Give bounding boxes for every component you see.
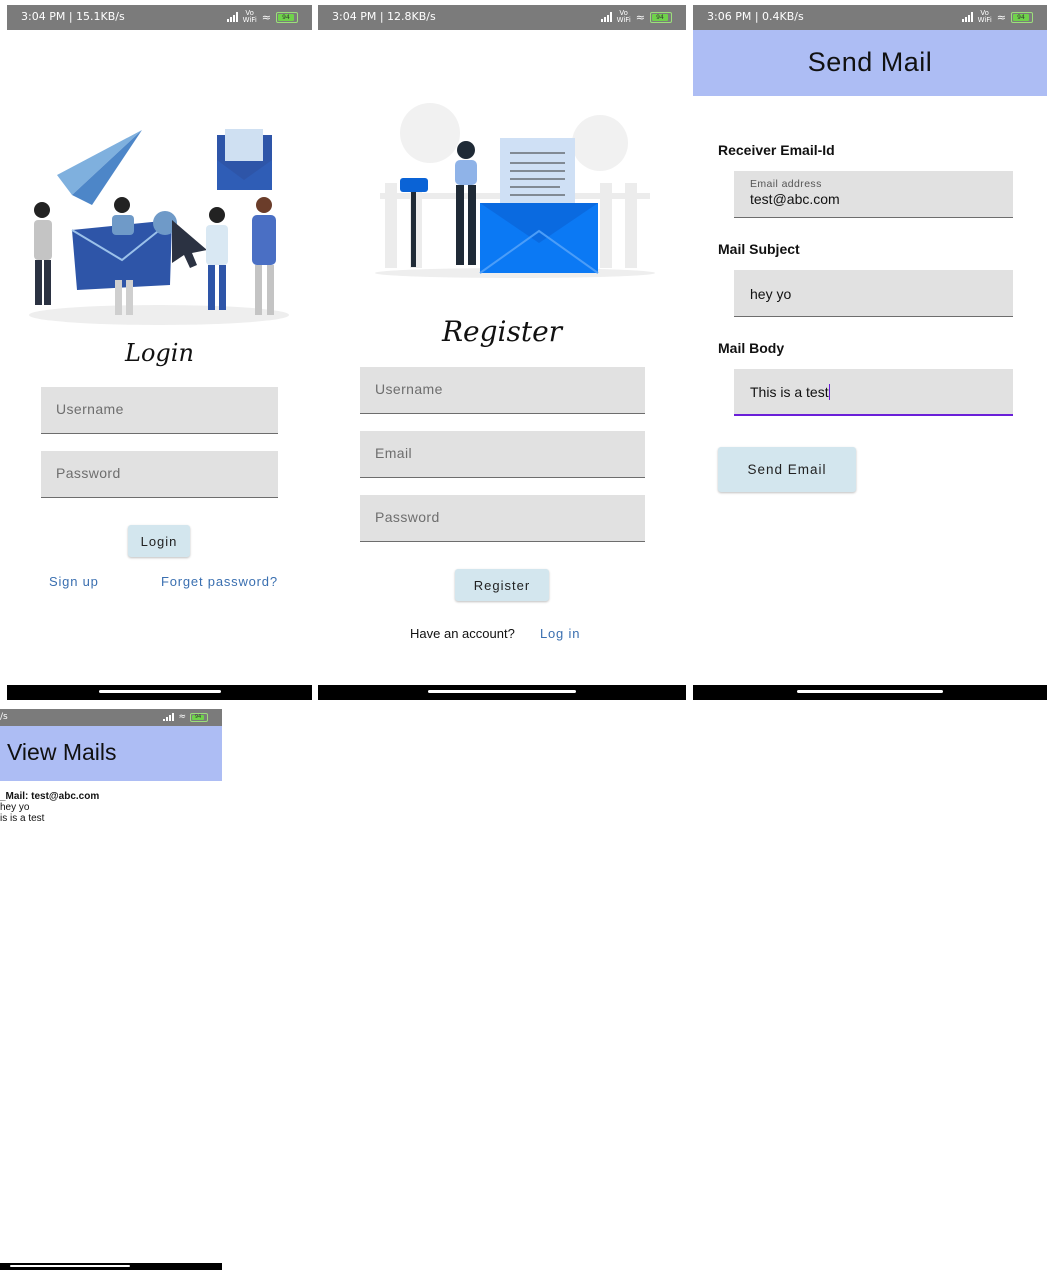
signup-link[interactable]: Sign up [49, 574, 99, 589]
app-header: View Mails [0, 726, 222, 781]
username-input[interactable]: Username [360, 367, 645, 414]
view-mails-screen: /s ≈ 94 View Mails _Mail: test@abc.com h… [0, 709, 222, 1270]
body-input[interactable]: This is a test [734, 369, 1013, 416]
wifi-icon: ≈ [261, 10, 271, 24]
status-icons: Vo WiFi ≈ 94 [961, 9, 1033, 24]
nav-bar [0, 1263, 222, 1270]
username-placeholder: Username [56, 401, 124, 417]
email-hint: Email address [750, 178, 822, 190]
receiver-label: Receiver Email-Id [718, 142, 835, 158]
status-icons: Vo WiFi ≈ 94 [226, 9, 298, 24]
status-icons: Vo WiFi ≈ 94 [600, 9, 672, 24]
wifi-icon: ≈ [178, 712, 186, 722]
password-placeholder: Password [375, 509, 440, 525]
mail-subject: hey yo [0, 802, 30, 813]
battery-icon: 94 [190, 712, 208, 722]
status-icons: ≈ 94 [163, 712, 208, 722]
nav-bar [693, 685, 1047, 700]
status-bar: /s ≈ 94 [0, 709, 222, 726]
status-time: 3:06 PM | 0.4KB/s [707, 10, 804, 23]
page-title: Login [125, 339, 194, 367]
signal-icon [226, 12, 238, 22]
home-indicator[interactable] [98, 690, 221, 693]
send-mail-screen: 3:06 PM | 0.4KB/s Vo WiFi ≈ 94 Send Mail … [693, 5, 1047, 700]
home-indicator[interactable] [10, 1265, 130, 1267]
login-illustration [29, 129, 289, 325]
mail-body: is is a test [0, 813, 45, 824]
status-time: 3:04 PM | 12.8KB/s [332, 10, 436, 23]
status-time: 3:04 PM | 15.1KB/s [21, 10, 125, 23]
app-header: Send Mail [693, 30, 1047, 96]
text-cursor [828, 384, 831, 400]
signal-icon [600, 12, 612, 22]
subject-value: hey yo [750, 286, 792, 302]
vowifi-icon: Vo WiFi [242, 9, 257, 24]
mail-list-item[interactable]: _Mail: test@abc.com hey yo is is a test [0, 791, 99, 824]
password-input[interactable]: Password [360, 495, 645, 542]
subject-label: Mail Subject [718, 241, 800, 257]
vowifi-icon: Vo WiFi [977, 9, 992, 24]
username-input[interactable]: Username [41, 387, 278, 434]
login-link[interactable]: Log in [540, 626, 580, 641]
wifi-icon: ≈ [635, 10, 645, 24]
home-indicator[interactable] [428, 690, 576, 693]
send-email-button[interactable]: Send Email [718, 447, 856, 492]
status-bar: 3:06 PM | 0.4KB/s Vo WiFi ≈ 94 [693, 5, 1047, 30]
battery-icon: 94 [1011, 11, 1033, 23]
wifi-icon: ≈ [996, 10, 1006, 24]
home-indicator[interactable] [797, 690, 943, 693]
password-input[interactable]: Password [41, 451, 278, 498]
battery-icon: 94 [650, 11, 672, 23]
register-screen: 3:04 PM | 12.8KB/s Vo WiFi ≈ 94 Register… [318, 5, 686, 700]
have-account-text: Have an account? [410, 626, 515, 641]
status-bar: 3:04 PM | 12.8KB/s Vo WiFi ≈ 94 [318, 5, 686, 30]
login-button[interactable]: Login [128, 525, 190, 557]
register-button[interactable]: Register [455, 569, 549, 601]
login-screen: 3:04 PM | 15.1KB/s Vo WiFi ≈ 94 Login Us… [7, 5, 312, 700]
body-label: Mail Body [718, 340, 785, 356]
nav-bar [7, 685, 312, 700]
page-title: Register [441, 315, 563, 348]
signal-icon [961, 12, 973, 22]
header-title: Send Mail [807, 47, 933, 77]
vowifi-icon: Vo WiFi [616, 9, 631, 24]
status-bar: 3:04 PM | 15.1KB/s Vo WiFi ≈ 94 [7, 5, 312, 30]
email-input[interactable]: Email [360, 431, 645, 478]
email-value: test@abc.com [750, 191, 840, 207]
header-title: View Mails [7, 739, 117, 765]
username-placeholder: Username [375, 381, 443, 397]
email-placeholder: Email [375, 445, 413, 461]
subject-input[interactable]: hey yo [734, 270, 1013, 317]
status-time: /s [0, 712, 8, 722]
signal-icon [163, 713, 175, 721]
battery-icon: 94 [276, 11, 298, 23]
nav-bar [318, 685, 686, 700]
receiver-email-input[interactable]: Email address test@abc.com [734, 171, 1013, 218]
register-illustration [375, 103, 655, 278]
forgot-password-link[interactable]: Forget password? [161, 574, 278, 589]
password-placeholder: Password [56, 465, 121, 481]
mail-recipient: _Mail: test@abc.com [0, 791, 100, 802]
body-value: This is a test [750, 384, 831, 400]
